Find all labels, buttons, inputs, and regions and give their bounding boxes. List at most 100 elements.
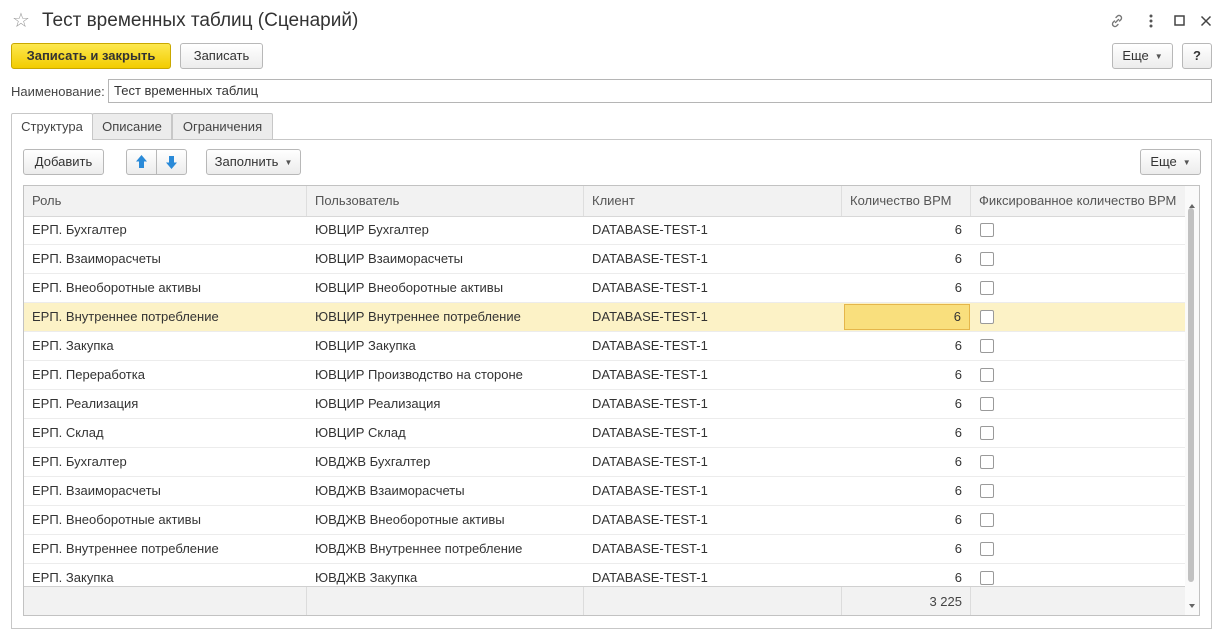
favorite-star-icon[interactable]: ☆ — [12, 10, 34, 32]
table-row[interactable]: ЕРП. Бухгалтер ЮВДЖВ Бухгалтер DATABASE-TE… — [24, 448, 1187, 477]
cell-role[interactable]: ЕРП. Внутреннее потребление — [24, 535, 307, 563]
cell-user[interactable]: ЮВДЖВ Взаиморасчеты — [307, 477, 584, 505]
cell-count[interactable]: 6 — [844, 390, 970, 418]
cell-user[interactable]: ЮВЦИР Бухгалтер — [307, 216, 584, 244]
save-button[interactable]: Записать — [180, 43, 263, 69]
close-icon[interactable] — [1195, 10, 1217, 32]
cell-role[interactable]: ЕРП. Взаиморасчеты — [24, 477, 307, 505]
cell-count[interactable]: 6 — [844, 477, 970, 505]
cell-role[interactable]: ЕРП. Реализация — [24, 390, 307, 418]
fixed-count-checkbox[interactable] — [980, 426, 994, 440]
cell-role[interactable]: ЕРП. Взаиморасчеты — [24, 245, 307, 273]
table-more-button[interactable]: Еще ▼ — [1140, 149, 1201, 175]
table-row[interactable]: ЕРП. Взаиморасчеты ЮВЦИР Взаиморасчеты DAT… — [24, 245, 1187, 274]
table-row[interactable]: ЕРП. Внеоборотные активы ЮВЦИР Внеоборотн… — [24, 274, 1187, 303]
fixed-count-checkbox[interactable] — [980, 484, 994, 498]
cell-client[interactable]: DATABASE-TEST-1 — [584, 448, 842, 476]
cell-user[interactable]: ЮВЦИР Склад — [307, 419, 584, 447]
cell-user[interactable]: ЮВЦИР Производство на стороне — [307, 361, 584, 389]
cell-user[interactable]: ЮВЦИР Внеоборотные активы — [307, 274, 584, 302]
cell-client[interactable]: DATABASE-TEST-1 — [584, 303, 842, 331]
column-header-role[interactable]: Роль — [24, 186, 307, 216]
cell-client[interactable]: DATABASE-TEST-1 — [584, 506, 842, 534]
cell-role[interactable]: ЕРП. Бухгалтер — [24, 448, 307, 476]
cell-count[interactable]: 6 — [844, 245, 970, 273]
cell-count[interactable]: 6 — [844, 216, 970, 244]
vertical-scrollbar[interactable] — [1185, 186, 1199, 615]
cell-user[interactable]: ЮВДЖВ Внутреннее потребление — [307, 535, 584, 563]
cell-role[interactable]: ЕРП. Внутреннее потребление — [24, 303, 307, 331]
fixed-count-checkbox[interactable] — [980, 281, 994, 295]
table-row[interactable]: ЕРП. Склад ЮВЦИР Склад DATABASE-TEST-1 6 — [24, 419, 1187, 448]
save-and-close-button[interactable]: Записать и закрыть — [11, 43, 171, 69]
fixed-count-checkbox[interactable] — [980, 252, 994, 266]
cell-client[interactable]: DATABASE-TEST-1 — [584, 361, 842, 389]
cell-role[interactable]: ЕРП. Бухгалтер — [24, 216, 307, 244]
cell-client[interactable]: DATABASE-TEST-1 — [584, 245, 842, 273]
cell-client[interactable]: DATABASE-TEST-1 — [584, 535, 842, 563]
cell-client[interactable]: DATABASE-TEST-1 — [584, 419, 842, 447]
cell-user[interactable]: ЮВЦИР Взаиморасчеты — [307, 245, 584, 273]
cell-count[interactable]: 6 — [844, 535, 970, 563]
cell-count[interactable]: 6 — [844, 419, 970, 447]
fixed-count-checkbox[interactable] — [980, 310, 994, 324]
more-menu-button[interactable]: Еще ▼ — [1112, 43, 1173, 69]
cell-client[interactable]: DATABASE-TEST-1 — [584, 216, 842, 244]
cell-client[interactable]: DATABASE-TEST-1 — [584, 332, 842, 360]
table-row[interactable]: ЕРП. Внеоборотные активы ЮВДЖВ Внеоборотн… — [24, 506, 1187, 535]
scrollbar-thumb[interactable] — [1188, 208, 1194, 582]
fixed-count-checkbox[interactable] — [980, 368, 994, 382]
cell-count[interactable]: 6 — [844, 506, 970, 534]
table-row[interactable]: ЕРП. Внутреннее потребление ЮВДЖВ Внутрен… — [24, 535, 1187, 564]
cell-role[interactable]: ЕРП. Внеоборотные активы — [24, 506, 307, 534]
maximize-icon[interactable] — [1169, 10, 1191, 32]
cell-client[interactable]: DATABASE-TEST-1 — [584, 390, 842, 418]
cell-user[interactable]: ЮВДЖВ Бухгалтер — [307, 448, 584, 476]
more-vertical-icon[interactable] — [1140, 10, 1162, 32]
tab-restrictions[interactable]: Ограничения — [172, 113, 273, 139]
fixed-count-checkbox[interactable] — [980, 455, 994, 469]
fixed-count-checkbox[interactable] — [980, 513, 994, 527]
table-row[interactable]: ЕРП. Бухгалтер ЮВЦИР Бухгалтер DATABASE-TE… — [24, 216, 1187, 245]
cell-user[interactable]: ЮВЦИР Реализация — [307, 390, 584, 418]
cell-client[interactable]: DATABASE-TEST-1 — [584, 274, 842, 302]
cell-role[interactable]: ЕРП. Переработка — [24, 361, 307, 389]
name-input[interactable]: Тест временных таблиц — [108, 79, 1212, 103]
link-icon[interactable] — [1106, 10, 1128, 32]
fixed-count-checkbox[interactable] — [980, 542, 994, 556]
cell-count[interactable]: 6 — [844, 274, 970, 302]
column-header-user[interactable]: Пользователь — [307, 186, 584, 216]
cell-role[interactable]: ЕРП. Внеоборотные активы — [24, 274, 307, 302]
table-row[interactable]: ЕРП. Внутреннее потребление ЮВЦИР Внутрен… — [24, 303, 1187, 332]
tab-structure[interactable]: Структура — [11, 113, 93, 140]
fixed-count-checkbox[interactable] — [980, 339, 994, 353]
fixed-count-checkbox[interactable] — [980, 571, 994, 585]
fill-button[interactable]: Заполнить ▼ — [206, 149, 301, 175]
cell-count[interactable]: 6 — [844, 361, 970, 389]
add-button[interactable]: Добавить — [23, 149, 104, 175]
cell-count[interactable]: 6 — [844, 332, 970, 360]
column-header-fixed[interactable]: Фиксированное количество ВРМ — [971, 186, 1187, 216]
cell-client[interactable]: DATABASE-TEST-1 — [584, 477, 842, 505]
cell-user[interactable]: ЮВЦИР Внутреннее потребление — [307, 303, 584, 331]
move-up-button[interactable] — [126, 149, 157, 175]
cell-role[interactable]: ЕРП. Закупка — [24, 332, 307, 360]
column-header-client[interactable]: Клиент — [584, 186, 842, 216]
table-row[interactable]: ЕРП. Реализация ЮВЦИР Реализация DATABASE-… — [24, 390, 1187, 419]
move-down-button[interactable] — [156, 149, 187, 175]
cell-user[interactable]: ЮВЦИР Закупка — [307, 332, 584, 360]
cell-count[interactable]: 6 — [844, 304, 970, 330]
cell-role[interactable]: ЕРП. Склад — [24, 419, 307, 447]
table-row[interactable]: ЕРП. Взаиморасчеты ЮВДЖВ Взаиморасчеты DAT… — [24, 477, 1187, 506]
structure-table[interactable]: Роль Пользователь Клиент Количество ВРМ … — [23, 185, 1200, 616]
cell-count[interactable]: 6 — [844, 448, 970, 476]
fixed-count-checkbox[interactable] — [980, 223, 994, 237]
cell-user[interactable]: ЮВДЖВ Внеоборотные активы — [307, 506, 584, 534]
scroll-down-icon[interactable] — [1185, 600, 1199, 612]
tab-description[interactable]: Описание — [92, 113, 172, 139]
table-row[interactable]: ЕРП. Переработка ЮВЦИР Производство на ст… — [24, 361, 1187, 390]
column-header-count[interactable]: Количество ВРМ — [842, 186, 971, 216]
help-button[interactable]: ? — [1182, 43, 1212, 69]
table-row[interactable]: ЕРП. Закупка ЮВЦИР Закупка DATABASE-TEST-1… — [24, 332, 1187, 361]
fixed-count-checkbox[interactable] — [980, 397, 994, 411]
